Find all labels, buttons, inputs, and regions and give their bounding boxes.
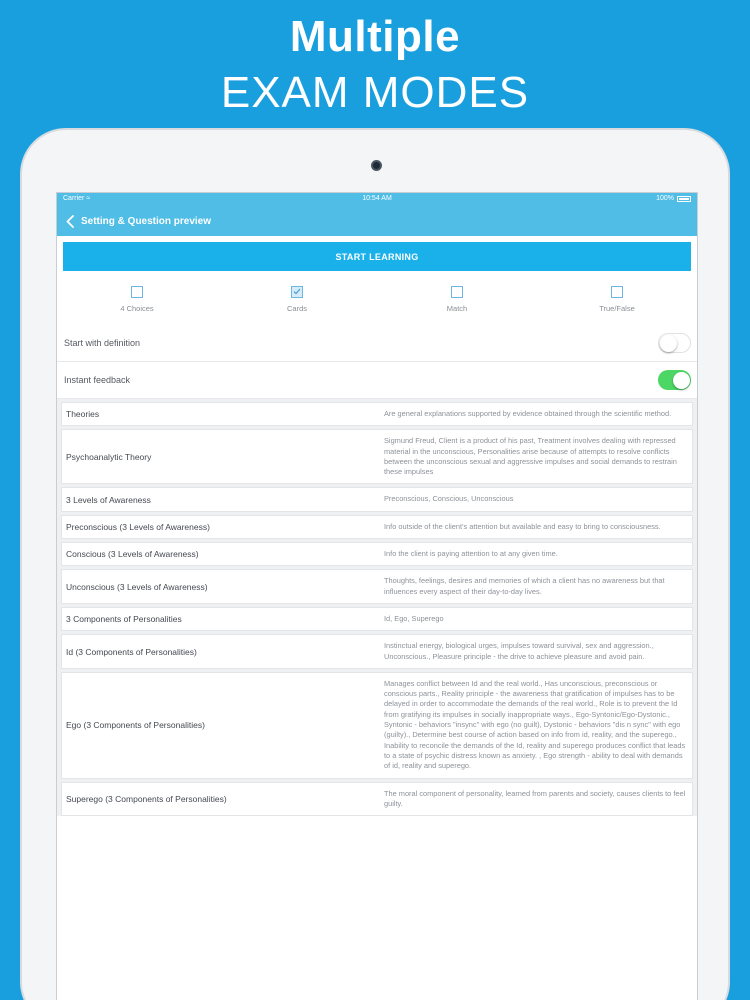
term-card[interactable]: Psychoanalytic Theory Sigmund Freud, Clie… xyxy=(61,429,693,485)
definition-text: Are general explanations supported by ev… xyxy=(384,409,672,418)
checkbox-icon[interactable] xyxy=(451,285,463,298)
term-text: Theories xyxy=(66,409,100,420)
term-text: Id (3 Components of Personalities) xyxy=(66,646,197,657)
mode-option[interactable]: True/False xyxy=(537,273,697,325)
mode-label: 4 Choices xyxy=(120,303,154,313)
app-screen: Carrier ≈ 10:54 AM 100% Setting & Questi… xyxy=(56,192,698,1000)
term-card[interactable]: Ego (3 Components of Personalities) Manag… xyxy=(61,671,693,779)
navigation-bar: Setting & Question preview xyxy=(57,206,697,236)
setting-label: Start with definition xyxy=(64,338,141,348)
term-card[interactable]: Id (3 Components of Personalities) Instin… xyxy=(61,634,693,669)
toggle-knob xyxy=(673,371,690,389)
definition-text: Thoughts, feelings, desires and memories… xyxy=(384,576,665,596)
term-text: Psychoanalytic Theory xyxy=(66,451,152,462)
term-list: Theories Are general explanations support… xyxy=(57,399,697,817)
headline-exam-modes: EXAM MODES xyxy=(220,68,530,117)
term-text: Conscious (3 Levels of Awareness) xyxy=(66,549,199,560)
status-bar: Carrier ≈ 10:54 AM 100% xyxy=(57,193,697,206)
setting-row: Instant feedback xyxy=(57,362,697,399)
definition-text: Info the client is paying attention to a… xyxy=(384,549,558,559)
term-text: 3 Levels of Awareness xyxy=(66,494,151,505)
mode-option[interactable]: 4 Choices xyxy=(57,273,217,325)
toggle-switch[interactable] xyxy=(658,333,691,353)
battery-indicator: 100% xyxy=(656,195,691,202)
definition-text: Sigmund Freud, Client is a product of hi… xyxy=(384,436,677,477)
headline-multiple: Multiple xyxy=(289,12,461,61)
term-text: Unconscious (3 Levels of Awareness) xyxy=(66,581,208,592)
setting-label: Instant feedback xyxy=(64,375,131,385)
toggle-switch[interactable] xyxy=(658,370,691,390)
definition-text: Instinctual energy, biological urges, im… xyxy=(384,641,654,661)
settings-list: Start with definition Instant feedback xyxy=(57,325,697,399)
checkbox-checked-icon[interactable] xyxy=(291,285,303,298)
mode-label: Match xyxy=(446,303,468,313)
term-card[interactable]: Unconscious (3 Levels of Awareness) Thoug… xyxy=(61,569,693,604)
checkbox-icon[interactable] xyxy=(611,285,623,298)
battery-icon xyxy=(677,195,691,202)
clock: 10:54 AM xyxy=(362,195,392,202)
checkbox-icon[interactable] xyxy=(131,285,143,298)
term-card[interactable]: Preconscious (3 Levels of Awareness) Info… xyxy=(61,514,693,540)
mode-label: True/False xyxy=(599,303,635,313)
toggle-knob xyxy=(660,335,677,352)
definition-text: Preconscious, Conscious, Unconscious xyxy=(384,494,514,504)
term-card[interactable]: Theories Are general explanations support… xyxy=(61,402,693,427)
term-text: Preconscious (3 Levels of Awareness) xyxy=(66,521,210,532)
start-learning-button[interactable]: START LEARNING xyxy=(63,242,691,271)
term-card[interactable]: Superego (3 Components of Personalities)… xyxy=(61,781,693,817)
definition-text: Info outside of the client's attention b… xyxy=(384,521,661,531)
term-card[interactable]: Conscious (3 Levels of Awareness) Info th… xyxy=(61,542,693,567)
battery-percent: 100% xyxy=(656,195,674,202)
exam-mode-selector: 4 Choices Cards Match True/False xyxy=(57,273,697,325)
definition-text: The moral component of personality, lear… xyxy=(384,788,686,808)
definition-text: Id, Ego, Superego xyxy=(384,613,444,623)
term-text: 3 Components of Personalities xyxy=(66,614,182,625)
term-card[interactable]: 3 Components of Personalities Id, Ego, Su… xyxy=(61,606,693,632)
back-chevron-icon[interactable] xyxy=(63,211,77,231)
term-text: Ego (3 Components of Personalities) xyxy=(66,720,205,731)
ipad-frame: Carrier ≈ 10:54 AM 100% Setting & Questi… xyxy=(20,128,730,1000)
term-text: Superego (3 Components of Personalities) xyxy=(66,793,227,804)
camera-icon xyxy=(371,160,382,171)
term-card[interactable]: 3 Levels of Awareness Preconscious, Consc… xyxy=(61,487,693,512)
page-title: Setting & Question preview xyxy=(81,215,212,227)
setting-row: Start with definition xyxy=(57,325,697,362)
mode-label: Cards xyxy=(286,303,307,313)
mode-option[interactable]: Match xyxy=(377,273,537,325)
definition-text: Manages conflict between Id and the real… xyxy=(384,678,686,771)
mode-option[interactable]: Cards xyxy=(217,273,377,325)
